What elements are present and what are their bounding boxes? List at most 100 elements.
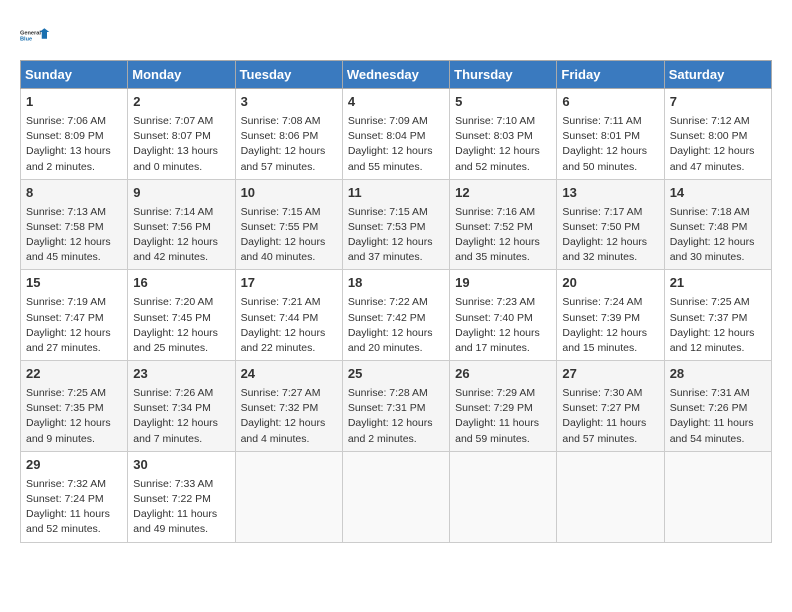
sunset-time: Sunset: 7:45 PM	[133, 311, 229, 326]
calendar-empty	[450, 451, 557, 542]
sunset-time: Sunset: 8:01 PM	[562, 129, 658, 144]
daylight-label: Daylight: 11 hours and 52 minutes.	[26, 507, 122, 537]
calendar-day-6: 6Sunrise: 7:11 AMSunset: 8:01 PMDaylight…	[557, 89, 664, 180]
calendar-week-5: 29Sunrise: 7:32 AMSunset: 7:24 PMDayligh…	[21, 451, 772, 542]
day-number: 8	[26, 184, 122, 203]
sunset-time: Sunset: 7:52 PM	[455, 220, 551, 235]
sunrise-time: Sunrise: 7:22 AM	[348, 295, 444, 310]
day-number: 14	[670, 184, 766, 203]
day-number: 10	[241, 184, 337, 203]
sunrise-time: Sunrise: 7:06 AM	[26, 114, 122, 129]
day-number: 22	[26, 365, 122, 384]
sunset-time: Sunset: 7:34 PM	[133, 401, 229, 416]
calendar-day-18: 18Sunrise: 7:22 AMSunset: 7:42 PMDayligh…	[342, 270, 449, 361]
sunrise-time: Sunrise: 7:21 AM	[241, 295, 337, 310]
sunrise-time: Sunrise: 7:31 AM	[670, 386, 766, 401]
logo: GeneralBlue	[20, 20, 50, 50]
calendar-day-27: 27Sunrise: 7:30 AMSunset: 7:27 PMDayligh…	[557, 361, 664, 452]
day-number: 11	[348, 184, 444, 203]
sunset-time: Sunset: 8:04 PM	[348, 129, 444, 144]
sunrise-time: Sunrise: 7:11 AM	[562, 114, 658, 129]
calendar-day-1: 1 Sunrise: 7:06 AMSunset: 8:09 PMDaylight…	[21, 89, 128, 180]
calendar-day-10: 10Sunrise: 7:15 AMSunset: 7:55 PMDayligh…	[235, 179, 342, 270]
calendar-day-21: 21Sunrise: 7:25 AMSunset: 7:37 PMDayligh…	[664, 270, 771, 361]
calendar-week-2: 8Sunrise: 7:13 AMSunset: 7:58 PMDaylight…	[21, 179, 772, 270]
sunrise-time: Sunrise: 7:12 AM	[670, 114, 766, 129]
calendar-day-8: 8Sunrise: 7:13 AMSunset: 7:58 PMDaylight…	[21, 179, 128, 270]
daylight-label: Daylight: 12 hours and 30 minutes.	[670, 235, 766, 265]
day-number: 1	[26, 93, 122, 112]
day-number: 23	[133, 365, 229, 384]
sunset-time: Sunset: 7:58 PM	[26, 220, 122, 235]
sunset-time: Sunset: 7:50 PM	[562, 220, 658, 235]
sunrise-time: Sunrise: 7:23 AM	[455, 295, 551, 310]
sunrise-time: Sunrise: 7:10 AM	[455, 114, 551, 129]
calendar-day-5: 5Sunrise: 7:10 AMSunset: 8:03 PMDaylight…	[450, 89, 557, 180]
day-number: 25	[348, 365, 444, 384]
daylight-label: Daylight: 11 hours and 49 minutes.	[133, 507, 229, 537]
sunrise-time: Sunrise: 7:17 AM	[562, 205, 658, 220]
day-number: 7	[670, 93, 766, 112]
sunrise-time: Sunrise: 7:20 AM	[133, 295, 229, 310]
daylight-label: Daylight: 12 hours and 12 minutes.	[670, 326, 766, 356]
calendar-day-26: 26Sunrise: 7:29 AMSunset: 7:29 PMDayligh…	[450, 361, 557, 452]
sunset-time: Sunset: 8:09 PM	[26, 129, 122, 144]
daylight-label: Daylight: 12 hours and 32 minutes.	[562, 235, 658, 265]
sunrise-time: Sunrise: 7:07 AM	[133, 114, 229, 129]
day-number: 24	[241, 365, 337, 384]
calendar-day-12: 12Sunrise: 7:16 AMSunset: 7:52 PMDayligh…	[450, 179, 557, 270]
header-thursday: Thursday	[450, 61, 557, 89]
calendar-day-17: 17Sunrise: 7:21 AMSunset: 7:44 PMDayligh…	[235, 270, 342, 361]
sunrise-time: Sunrise: 7:25 AM	[670, 295, 766, 310]
sunrise-time: Sunrise: 7:29 AM	[455, 386, 551, 401]
sunrise-time: Sunrise: 7:30 AM	[562, 386, 658, 401]
sunset-time: Sunset: 7:44 PM	[241, 311, 337, 326]
day-number: 12	[455, 184, 551, 203]
daylight-label: Daylight: 13 hours and 2 minutes.	[26, 144, 122, 174]
calendar-day-25: 25Sunrise: 7:28 AMSunset: 7:31 PMDayligh…	[342, 361, 449, 452]
calendar-day-2: 2Sunrise: 7:07 AMSunset: 8:07 PMDaylight…	[128, 89, 235, 180]
day-number: 15	[26, 274, 122, 293]
sunset-time: Sunset: 7:55 PM	[241, 220, 337, 235]
daylight-label: Daylight: 12 hours and 35 minutes.	[455, 235, 551, 265]
day-number: 21	[670, 274, 766, 293]
sunset-time: Sunset: 7:53 PM	[348, 220, 444, 235]
day-number: 2	[133, 93, 229, 112]
daylight-label: Daylight: 12 hours and 45 minutes.	[26, 235, 122, 265]
svg-text:Blue: Blue	[20, 37, 32, 43]
calendar-day-23: 23Sunrise: 7:26 AMSunset: 7:34 PMDayligh…	[128, 361, 235, 452]
calendar-day-29: 29Sunrise: 7:32 AMSunset: 7:24 PMDayligh…	[21, 451, 128, 542]
sunrise-time: Sunrise: 7:08 AM	[241, 114, 337, 129]
sunset-time: Sunset: 8:03 PM	[455, 129, 551, 144]
sunset-time: Sunset: 7:27 PM	[562, 401, 658, 416]
header: GeneralBlue	[20, 20, 772, 50]
calendar-table: SundayMondayTuesdayWednesdayThursdayFrid…	[20, 60, 772, 543]
header-sunday: Sunday	[21, 61, 128, 89]
sunset-time: Sunset: 8:06 PM	[241, 129, 337, 144]
daylight-label: Daylight: 12 hours and 37 minutes.	[348, 235, 444, 265]
calendar-empty	[342, 451, 449, 542]
sunrise-time: Sunrise: 7:14 AM	[133, 205, 229, 220]
sunrise-time: Sunrise: 7:27 AM	[241, 386, 337, 401]
day-number: 26	[455, 365, 551, 384]
daylight-label: Daylight: 12 hours and 4 minutes.	[241, 416, 337, 446]
calendar-week-1: 1 Sunrise: 7:06 AMSunset: 8:09 PMDaylight…	[21, 89, 772, 180]
day-number: 30	[133, 456, 229, 475]
sunrise-time: Sunrise: 7:26 AM	[133, 386, 229, 401]
calendar-day-13: 13Sunrise: 7:17 AMSunset: 7:50 PMDayligh…	[557, 179, 664, 270]
daylight-label: Daylight: 12 hours and 42 minutes.	[133, 235, 229, 265]
calendar-day-7: 7Sunrise: 7:12 AMSunset: 8:00 PMDaylight…	[664, 89, 771, 180]
calendar-day-4: 4Sunrise: 7:09 AMSunset: 8:04 PMDaylight…	[342, 89, 449, 180]
daylight-label: Daylight: 12 hours and 22 minutes.	[241, 326, 337, 356]
calendar-header-row: SundayMondayTuesdayWednesdayThursdayFrid…	[21, 61, 772, 89]
calendar-day-14: 14Sunrise: 7:18 AMSunset: 7:48 PMDayligh…	[664, 179, 771, 270]
day-number: 4	[348, 93, 444, 112]
sunset-time: Sunset: 7:56 PM	[133, 220, 229, 235]
sunrise-time: Sunrise: 7:28 AM	[348, 386, 444, 401]
sunset-time: Sunset: 7:47 PM	[26, 311, 122, 326]
day-number: 5	[455, 93, 551, 112]
daylight-label: Daylight: 12 hours and 9 minutes.	[26, 416, 122, 446]
calendar-day-16: 16Sunrise: 7:20 AMSunset: 7:45 PMDayligh…	[128, 270, 235, 361]
daylight-label: Daylight: 11 hours and 59 minutes.	[455, 416, 551, 446]
sunset-time: Sunset: 7:22 PM	[133, 492, 229, 507]
